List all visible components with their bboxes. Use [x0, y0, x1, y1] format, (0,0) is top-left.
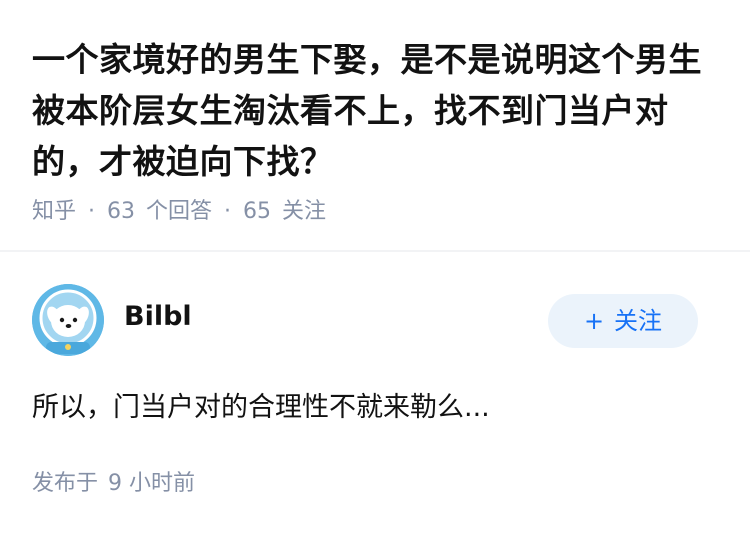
- plus-icon: +: [583, 307, 605, 335]
- question-meta: 知乎 · 63 个回答 · 65 关注: [32, 196, 326, 228]
- followers-count: 65: [243, 199, 272, 224]
- answer-timestamp: 发布于 9 小时前: [32, 468, 195, 500]
- answer-content[interactable]: 所以，门当户对的合理性不就来勒么...: [32, 388, 722, 428]
- follow-button[interactable]: + 关注: [548, 294, 698, 348]
- answers-count: 63: [107, 199, 136, 224]
- follow-button-label: 关注: [614, 307, 663, 335]
- author-name[interactable]: Bilbl: [124, 300, 192, 334]
- meta-separator: ·: [224, 199, 232, 224]
- meta-separator: ·: [88, 199, 96, 224]
- avatar-dog-astronaut-icon[interactable]: [32, 284, 104, 356]
- followers-label: 关注: [282, 199, 327, 224]
- avatar-image: [32, 284, 104, 356]
- published-label: 发布于: [32, 471, 99, 496]
- answer-card: Bilbl + 关注 所以，门当户对的合理性不就来勒么... 发布于 9 小时前: [0, 252, 750, 534]
- question-title[interactable]: 一个家境好的男生下娶，是不是说明这个男生被本阶层女生淘汰看不上，找不到门当户对的…: [32, 34, 722, 187]
- published-time: 9 小时前: [108, 471, 196, 496]
- source-label[interactable]: 知乎: [32, 199, 76, 224]
- answers-label: 个回答: [146, 199, 213, 224]
- question-card: 一个家境好的男生下娶，是不是说明这个男生被本阶层女生淘汰看不上，找不到门当户对的…: [0, 0, 750, 250]
